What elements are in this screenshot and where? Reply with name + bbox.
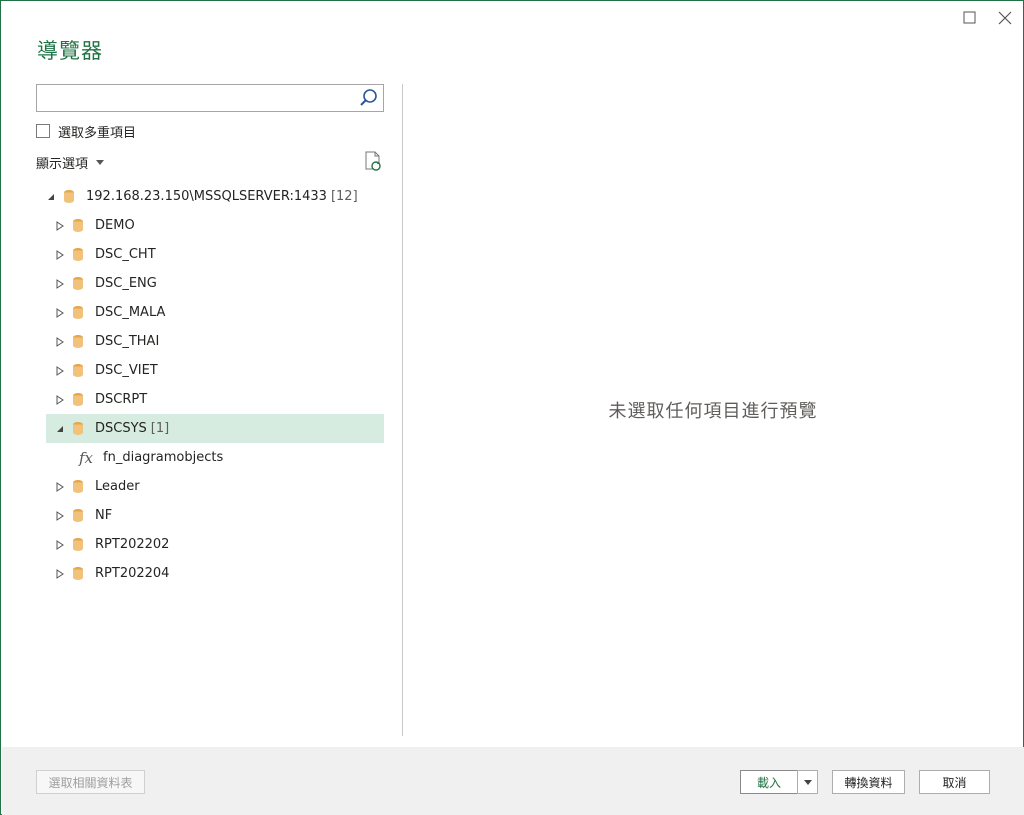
tree-item-database[interactable]: DSC_THAI — [46, 327, 384, 356]
tree-root-server[interactable]: 192.168.23.150\MSSQLSERVER:1433 [12] — [46, 182, 384, 211]
search-icon[interactable] — [359, 88, 379, 108]
expand-arrow-icon[interactable] — [55, 481, 65, 492]
tree-item-database[interactable]: Leader — [46, 472, 384, 501]
tree-item-label: DSCRPT — [95, 392, 148, 407]
database-icon — [73, 364, 83, 377]
search-box[interactable] — [36, 84, 384, 112]
tree-item-label: DSC_MALA — [95, 305, 166, 320]
tree-item-database[interactable]: DSC_MALA — [46, 298, 384, 327]
database-icon — [73, 509, 83, 522]
collapse-arrow-icon[interactable] — [55, 424, 65, 434]
database-icon — [73, 567, 83, 580]
select-related-tables-button[interactable]: 選取相關資料表 — [36, 770, 145, 794]
multi-select-option[interactable]: 選取多重項目 — [36, 123, 137, 141]
tree-item-label: DSC_VIET — [95, 363, 158, 378]
tree-item-label: DEMO — [95, 218, 135, 233]
expand-arrow-icon[interactable] — [55, 365, 65, 376]
preview-empty-message: 未選取任何項目進行預覽 — [608, 401, 818, 422]
tree-item-database[interactable]: DSCSYS [1] — [46, 414, 384, 443]
display-options-dropdown[interactable]: 顯示選項 — [36, 153, 105, 172]
expand-arrow-icon[interactable] — [55, 307, 65, 318]
tree-item-database[interactable]: NF — [46, 501, 384, 530]
tree-item-database[interactable]: DSCRPT — [46, 385, 384, 414]
chevron-down-icon — [96, 160, 105, 165]
expand-arrow-icon[interactable] — [55, 539, 65, 550]
server-database-icon — [64, 190, 74, 203]
tree-item-label: RPT202202 — [95, 537, 170, 552]
tree-item-label: DSC_CHT — [95, 247, 156, 262]
expand-arrow-icon[interactable] — [55, 568, 65, 579]
collapse-arrow-icon[interactable] — [46, 192, 56, 202]
tree-item-label: RPT202204 — [95, 566, 170, 581]
tree-item-label: DSCSYS — [95, 421, 147, 436]
tree-item-function[interactable]: fx fn_diagramobjects — [46, 443, 384, 472]
tree-item-database[interactable]: DEMO — [46, 211, 384, 240]
close-icon[interactable] — [994, 7, 1016, 29]
database-icon — [73, 480, 83, 493]
multi-select-checkbox[interactable] — [36, 124, 50, 138]
function-icon: fx — [79, 448, 94, 467]
refresh-icon[interactable] — [363, 150, 383, 172]
database-icon — [73, 422, 83, 435]
tree-item-database[interactable]: RPT202202 — [46, 530, 384, 559]
display-options-label: 顯示選項 — [36, 157, 89, 172]
transform-data-button[interactable]: 轉換資料 — [832, 770, 905, 794]
tree-root-count: [12] — [330, 189, 358, 204]
database-icon — [73, 335, 83, 348]
tree-item-label: DSC_ENG — [95, 276, 157, 291]
load-button[interactable]: 載入 — [740, 770, 798, 794]
database-icon — [73, 393, 83, 406]
load-dropdown-button[interactable] — [797, 770, 818, 794]
tree-item-database[interactable]: DSC_CHT — [46, 240, 384, 269]
expand-arrow-icon[interactable] — [55, 220, 65, 231]
expand-arrow-icon[interactable] — [55, 336, 65, 347]
tree-item-database[interactable]: DSC_VIET — [46, 356, 384, 385]
dialog-title: 導覽器 — [37, 39, 103, 63]
tree-item-label: Leader — [95, 479, 140, 494]
multi-select-label: 選取多重項目 — [58, 125, 137, 141]
database-icon — [73, 248, 83, 261]
tree-item-database[interactable]: DSC_ENG — [46, 269, 384, 298]
maximize-icon[interactable] — [959, 7, 981, 29]
expand-arrow-icon[interactable] — [55, 394, 65, 405]
navigator-tree: 192.168.23.150\MSSQLSERVER:1433 [12] DEM… — [46, 182, 384, 588]
database-icon — [73, 219, 83, 232]
tree-item-label: fn_diagramobjects — [103, 450, 224, 465]
tree-item-label: NF — [95, 508, 113, 523]
database-icon — [73, 306, 83, 319]
tree-root-label: 192.168.23.150\MSSQLSERVER:1433 — [86, 189, 327, 204]
search-input[interactable] — [41, 87, 355, 109]
cancel-button[interactable]: 取消 — [919, 770, 990, 794]
expand-arrow-icon[interactable] — [55, 278, 65, 289]
chevron-down-icon — [803, 779, 812, 785]
tree-item-database[interactable]: RPT202204 — [46, 559, 384, 588]
navigator-dialog: 導覽器 選取多重項目 顯示選項 192.168.23.150\MSSQLSERV… — [0, 0, 1024, 815]
tree-item-count: [1] — [150, 421, 170, 436]
expand-arrow-icon[interactable] — [55, 510, 65, 521]
tree-item-label: DSC_THAI — [95, 334, 160, 349]
database-icon — [73, 277, 83, 290]
navigator-left-pane: 選取多重項目 顯示選項 192.168.23.150\MSSQLSERVER:1… — [36, 84, 386, 734]
expand-arrow-icon[interactable] — [55, 249, 65, 260]
dialog-footer: 選取相關資料表 載入 轉換資料 取消 — [2, 747, 1024, 815]
database-icon — [73, 538, 83, 551]
